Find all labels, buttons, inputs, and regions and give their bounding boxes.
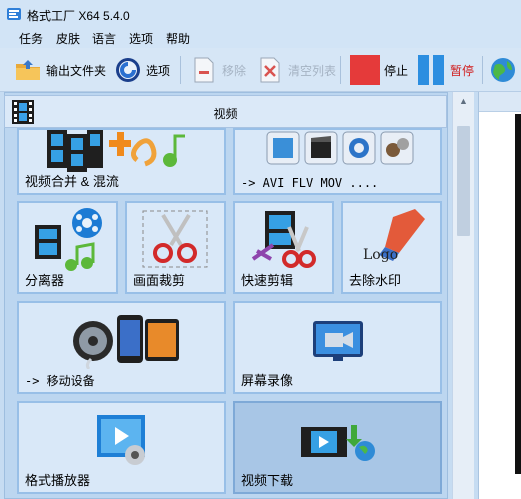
- gear-icon: [116, 58, 140, 82]
- remove-label: 移除: [222, 63, 247, 78]
- tile-remove-watermark[interactable]: Logo 去除水印: [341, 201, 442, 294]
- panel-scrollbar[interactable]: ▲: [452, 92, 474, 499]
- tile-quick-clip[interactable]: 快速剪辑: [233, 201, 334, 294]
- mobile-device-icon: [73, 315, 179, 369]
- tile-mobile-device[interactable]: -> 移动设备: [17, 301, 226, 394]
- download-icon: [301, 425, 375, 461]
- tile-label: 分离器: [25, 273, 65, 288]
- remove-button[interactable]: 移除: [190, 53, 246, 87]
- menu-options[interactable]: 选项: [128, 30, 154, 47]
- stop-label: 停止: [384, 63, 409, 78]
- scroll-thumb[interactable]: [457, 126, 470, 236]
- tile-label: -> AVI FLV MOV ....: [241, 176, 379, 190]
- toolbar-separator: [180, 56, 181, 84]
- app-icon: [7, 8, 21, 20]
- menu-skin[interactable]: 皮肤: [55, 30, 81, 47]
- crop-icon: [142, 210, 208, 268]
- clear-list-icon: [260, 57, 280, 83]
- window-title: 格式工厂 X64 5.4.0: [27, 9, 130, 23]
- menu-help[interactable]: 帮助: [165, 30, 191, 47]
- splitter-icon: [35, 208, 102, 271]
- pause-icon: [418, 55, 444, 85]
- player-icon: [97, 415, 145, 465]
- pause-button[interactable]: 暂停: [416, 53, 474, 87]
- tile-label: 视频合并 & 混流: [25, 174, 119, 189]
- tile-splitter[interactable]: 分离器: [17, 201, 118, 294]
- pause-label: 暂停: [450, 63, 475, 78]
- stop-icon: [350, 55, 380, 85]
- options-label: 选项: [146, 63, 171, 78]
- category-label: 视频: [213, 107, 238, 121]
- tile-label: 去除水印: [349, 273, 402, 288]
- tile-label: -> 移动设备: [25, 374, 95, 388]
- tile-screen-record[interactable]: 屏幕录像: [233, 301, 442, 394]
- quick-clip-icon: [251, 211, 316, 268]
- web-button[interactable]: [489, 53, 521, 87]
- output-folder-button[interactable]: 输出文件夹: [14, 53, 106, 87]
- scroll-up-arrow-icon[interactable]: ▲: [453, 92, 474, 110]
- svg-text:Logo: Logo: [363, 247, 398, 263]
- category-header-video[interactable]: 视频: [4, 95, 447, 128]
- options-button[interactable]: 选项: [114, 53, 170, 87]
- menu-bar: 任务 皮肤 语言 选项 帮助: [0, 28, 521, 48]
- stop-button[interactable]: 停止: [350, 53, 408, 87]
- tile-label: 视频下载: [241, 473, 294, 488]
- tile-video-merge[interactable]: 视频合并 & 混流: [17, 128, 226, 195]
- output-folder-label: 输出文件夹: [46, 63, 107, 78]
- remove-icon: [194, 57, 214, 83]
- clear-list-label: 清空列表: [288, 63, 337, 78]
- tile-player[interactable]: 格式播放器: [17, 401, 226, 494]
- globe-icon: [491, 58, 515, 82]
- tile-video-download[interactable]: 视频下载: [233, 401, 442, 494]
- task-list-header: [479, 92, 521, 112]
- tile-label: 格式播放器: [25, 473, 91, 488]
- tile-label: 画面裁剪: [133, 273, 186, 288]
- toolbar: 输出文件夹 选项 移除 清空列表 停止 暂停: [0, 48, 521, 92]
- toolbar-separator: [340, 56, 341, 84]
- title-bar: 格式工厂 X64 5.4.0: [0, 0, 521, 28]
- watermark-eraser-icon: Logo: [363, 209, 425, 263]
- menu-language[interactable]: 语言: [91, 30, 117, 47]
- merge-icon: [47, 130, 185, 172]
- clear-list-button[interactable]: 清空列表: [256, 53, 336, 87]
- tile-label: 屏幕录像: [241, 373, 294, 388]
- toolbar-separator: [482, 56, 483, 84]
- screen-record-icon: [313, 321, 363, 361]
- menu-task[interactable]: 任务: [18, 30, 44, 47]
- task-list-pane: [478, 92, 521, 499]
- tile-convert-formats[interactable]: -> AVI FLV MOV ....: [233, 128, 442, 195]
- tile-crop[interactable]: 画面裁剪: [125, 201, 226, 294]
- tile-label: 快速剪辑: [241, 273, 294, 288]
- task-list-edge: [515, 114, 521, 474]
- folder-icon: [16, 60, 40, 80]
- multi-format-icon: [266, 131, 414, 165]
